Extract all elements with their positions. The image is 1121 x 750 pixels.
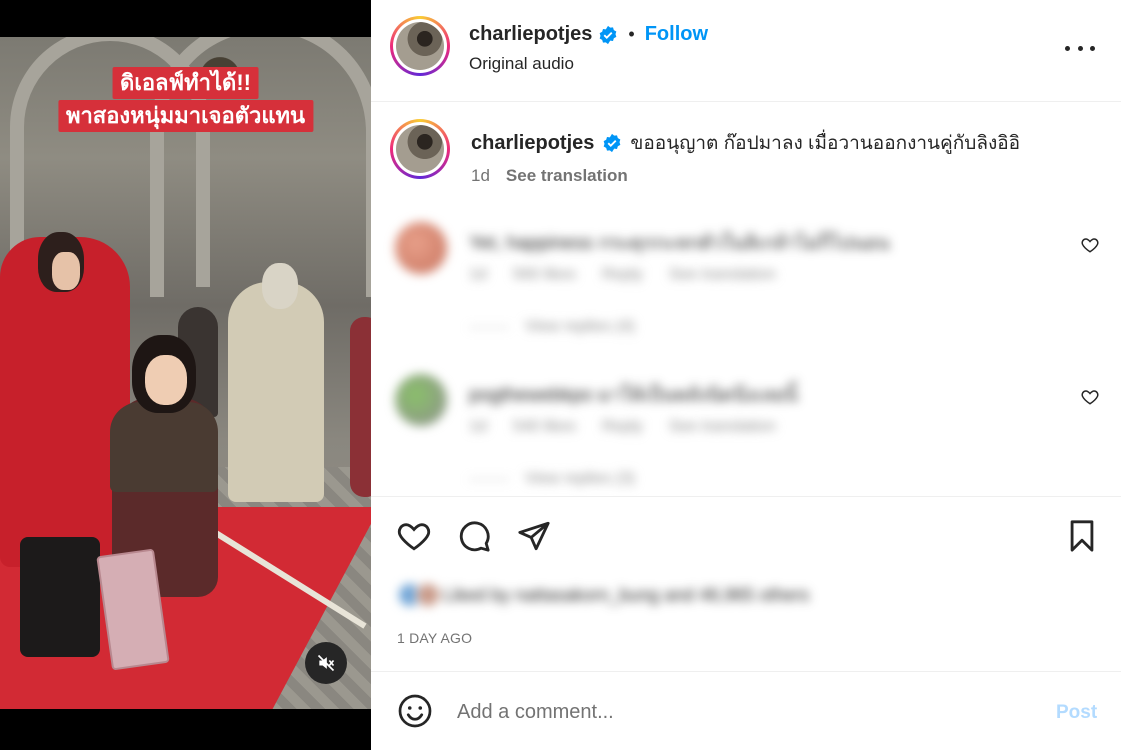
video-frame[interactable] xyxy=(0,37,371,709)
add-comment-bar: Post xyxy=(371,673,1121,750)
bookmark-icon[interactable] xyxy=(1065,519,1099,553)
likes-summary[interactable]: Liked by nattasakorn_bung and 46,965 oth… xyxy=(397,582,809,608)
heart-icon[interactable] xyxy=(1081,388,1099,406)
view-replies[interactable]: View replies (4) xyxy=(469,318,635,336)
verified-icon xyxy=(600,25,617,44)
girl-vest xyxy=(110,402,218,492)
comment-avatar[interactable] xyxy=(395,374,447,426)
girl-face xyxy=(145,355,187,405)
caption-time[interactable]: 1d xyxy=(471,166,490,186)
audio-link[interactable]: Original audio xyxy=(469,54,574,74)
post-sidebar: charliepotjes • Follow Original audio ch… xyxy=(371,0,1121,750)
heart-icon[interactable] xyxy=(1081,236,1099,254)
caption-text: ขออนุญาต ก๊อปมาลง เมื่อวานออกงานคู่กับลิ… xyxy=(630,133,1021,154)
comment-icon[interactable] xyxy=(457,519,491,553)
heart-icon[interactable] xyxy=(397,519,431,553)
view-replies-label: View replies (4) xyxy=(525,318,635,335)
comment-text: pogthewebkpo มาให้เป็นพลังนิดนึงเลยนิ้ xyxy=(469,385,798,406)
comment-meta: 1d 540 likes Reply See translation xyxy=(469,418,776,436)
follow-button[interactable]: Follow xyxy=(645,23,708,46)
mute-button[interactable] xyxy=(305,642,347,684)
comment-text: Yet, happiness กระดุกกะหกตัวในลิเกล้าไม่… xyxy=(469,233,890,254)
video-caption-line2: พาสองหนุ่มมาเจอตัวแทน xyxy=(57,100,314,132)
action-bar: Liked by nattasakorn_bung and 46,965 oth… xyxy=(371,496,1121,672)
comment-likes[interactable]: 560 likes xyxy=(513,266,576,284)
reply-button[interactable]: Reply xyxy=(602,266,643,284)
mute-icon xyxy=(317,654,335,672)
share-icon[interactable] xyxy=(517,519,551,553)
verified-icon xyxy=(604,133,621,153)
likes-text: Liked by nattasakorn_bung and 46,965 oth… xyxy=(443,584,810,605)
comment-input[interactable] xyxy=(457,695,1017,729)
header-username[interactable]: charliepotjes xyxy=(469,23,592,46)
bg-person xyxy=(350,317,371,497)
see-translation-button[interactable]: See translation xyxy=(669,418,776,436)
more-button[interactable] xyxy=(1065,35,1095,61)
see-translation-button[interactable]: See translation xyxy=(669,266,776,284)
more-icon xyxy=(1065,45,1070,51)
caption-username[interactable]: charliepotjes xyxy=(471,132,594,155)
elf-head xyxy=(262,263,298,309)
view-replies-label: View replies (3) xyxy=(525,470,635,487)
video-caption-line1: ดิเอลฟ์ทำได้!! xyxy=(112,67,259,99)
comment-time[interactable]: 1d xyxy=(469,266,487,284)
view-replies[interactable]: View replies (3) xyxy=(469,470,635,488)
comment-likes[interactable]: 540 likes xyxy=(513,418,576,436)
elf-person xyxy=(228,282,324,502)
comment-item: Yet, happiness กระดุกกะหกตัวในลิเกล้าไม่… xyxy=(371,212,1121,352)
post-button[interactable]: Post xyxy=(1056,702,1097,724)
comment-meta: 1d 560 likes Reply See translation xyxy=(469,266,776,284)
comment-avatar[interactable] xyxy=(395,222,447,274)
liker-avatars xyxy=(397,582,441,608)
man-face xyxy=(52,252,80,290)
man-pants xyxy=(20,537,100,657)
see-translation-button[interactable]: See translation xyxy=(506,166,628,186)
emoji-icon[interactable] xyxy=(397,693,433,729)
comment-item: pogthewebkpo มาให้เป็นพลังนิดนึงเลยนิ้ 1… xyxy=(371,364,1121,504)
post-caption: charliepotjes ขออนุญาต ก๊อปมาลง เมื่อวาน… xyxy=(471,128,1020,158)
video-panel[interactable]: ดิเอลฟ์ทำได้!! พาสองหนุ่มมาเจอตัวแทน xyxy=(0,0,371,750)
caption-avatar[interactable] xyxy=(390,119,450,179)
reply-button[interactable]: Reply xyxy=(602,418,643,436)
post-header: charliepotjes • Follow Original audio xyxy=(371,0,1121,102)
comment-time[interactable]: 1d xyxy=(469,418,487,436)
separator: • xyxy=(628,24,635,44)
avatar[interactable] xyxy=(390,16,450,76)
post-date[interactable]: 1 DAY AGO xyxy=(397,630,472,646)
caption-meta: 1d See translation xyxy=(471,166,628,186)
